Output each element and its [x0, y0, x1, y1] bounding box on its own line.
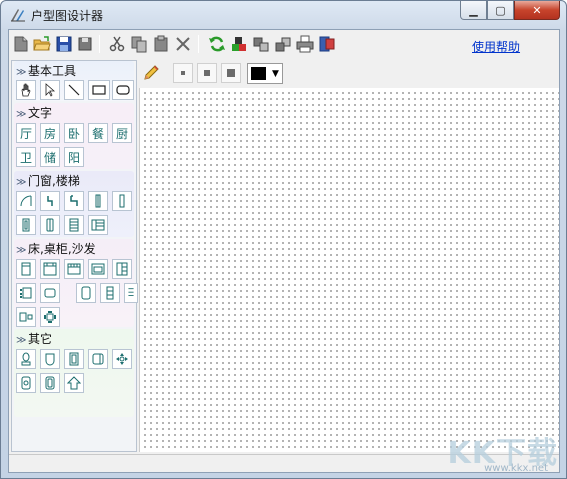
tool-palette-sidebar: ≫ 基本工具 ≫ 文字 厅 房 卧 餐 厨 卫 储 阳 ≫ 门窗,楼梯 ≫ 床,…	[11, 60, 138, 452]
open-icon[interactable]	[32, 34, 52, 54]
hand-tool[interactable]	[16, 80, 36, 100]
toilet-icon[interactable]	[16, 349, 36, 369]
pointer-tool[interactable]	[40, 80, 60, 100]
collapse-chevron-icon: ≫	[16, 245, 27, 256]
text-tool-yang[interactable]: 阳	[64, 147, 84, 167]
watermark: KK下载 www.kkx.net	[442, 428, 562, 474]
group-header-other[interactable]: ≫ 其它	[14, 330, 134, 347]
desk-set-icon[interactable]	[16, 283, 36, 303]
saveas-icon[interactable]	[75, 34, 95, 54]
collapse-chevron-icon: ≫	[16, 67, 27, 78]
save-icon[interactable]	[54, 34, 74, 54]
maximize-button[interactable]: ▢	[487, 1, 514, 20]
text-tool-ting[interactable]: 厅	[16, 123, 36, 143]
toolbar-separator	[99, 35, 100, 53]
toolbar-separator	[198, 35, 199, 53]
app-logo-icon	[11, 9, 25, 22]
paste-icon[interactable]	[151, 34, 171, 54]
group-header-doors-stairs[interactable]: ≫ 门窗,楼梯	[14, 172, 134, 189]
stove-icon[interactable]	[16, 373, 36, 393]
door-arc-icon[interactable]	[16, 191, 36, 211]
group-title: 其它	[28, 332, 53, 346]
table-icon[interactable]	[40, 283, 60, 303]
shelf-icon[interactable]	[124, 283, 138, 303]
title-bar[interactable]: 户型图设计器 ▁ ▢ ✕	[1, 1, 566, 29]
chevron-down-icon: ▼	[272, 68, 279, 79]
window-wide-icon[interactable]	[112, 191, 132, 211]
window-title: 户型图设计器	[31, 9, 104, 23]
locker-icon[interactable]	[100, 283, 120, 303]
collapse-chevron-icon: ≫	[16, 109, 27, 120]
brush-medium-icon[interactable]	[197, 63, 217, 83]
dining-set-icon[interactable]	[40, 307, 60, 327]
group-icon[interactable]	[229, 34, 249, 54]
text-tool-can[interactable]: 餐	[88, 123, 108, 143]
basin-icon[interactable]	[40, 349, 60, 369]
color-picker[interactable]: ▼	[247, 63, 283, 84]
group-title: 文字	[28, 106, 53, 120]
brush-large-icon[interactable]	[221, 63, 241, 83]
rounded-rect-tool[interactable]	[112, 80, 134, 100]
color-swatch	[251, 67, 266, 80]
line-tool[interactable]	[64, 80, 84, 100]
door-double-icon[interactable]	[64, 191, 84, 211]
cut-icon[interactable]	[107, 34, 127, 54]
bed-single-icon[interactable]	[16, 259, 36, 279]
move-front-icon[interactable]	[251, 34, 271, 54]
collapse-chevron-icon: ≫	[16, 177, 27, 188]
app-window: 户型图设计器 ▁ ▢ ✕ 使用帮助 ≫ 基本工具 ≫ 文字 厅 房 卧 餐 厨 …	[0, 0, 567, 479]
help-link[interactable]: 使用帮助	[472, 38, 520, 55]
fridge-icon[interactable]	[64, 349, 84, 369]
arrow-up-icon[interactable]	[64, 373, 84, 393]
text-tool-wo[interactable]: 卧	[64, 123, 84, 143]
canvas-toolbar: ▼	[139, 60, 559, 86]
close-button[interactable]: ✕	[514, 1, 560, 20]
bed-double-icon[interactable]	[40, 259, 60, 279]
chair-table-icon[interactable]	[16, 307, 36, 327]
main-toolbar: 使用帮助	[9, 30, 559, 58]
text-tool-chu[interactable]: 厨	[112, 123, 132, 143]
washer-icon[interactable]	[88, 349, 108, 369]
window-thin-icon[interactable]	[88, 191, 108, 211]
tub-icon[interactable]	[76, 283, 96, 303]
oven-icon[interactable]	[40, 373, 60, 393]
print-icon[interactable]	[295, 34, 315, 54]
move-back-icon[interactable]	[273, 34, 293, 54]
stairs-half-icon[interactable]	[88, 215, 108, 235]
text-tool-chu-storage[interactable]: 储	[40, 147, 60, 167]
watermark-url: www.kkx.net	[484, 463, 548, 474]
door-single-icon[interactable]	[40, 191, 60, 211]
stairs-icon[interactable]	[64, 215, 84, 235]
delete-icon[interactable]	[173, 34, 193, 54]
new-icon[interactable]	[11, 34, 31, 54]
text-tool-wei[interactable]: 卫	[16, 147, 36, 167]
client-area: 使用帮助 ≫基本工具 ≫文字 厅 房 卧 餐 厨 卫 储 阳 ≫门窗,楼梯	[8, 29, 560, 473]
export-icon[interactable]	[317, 34, 337, 54]
group-header-basic-tools[interactable]: ≫ 基本工具	[14, 62, 134, 79]
refresh-icon[interactable]	[207, 34, 227, 54]
group-title: 门窗,楼梯	[28, 174, 80, 188]
window-tall-icon[interactable]	[40, 215, 60, 235]
collapse-chevron-icon: ≫	[16, 335, 27, 346]
plant-icon[interactable]	[112, 349, 132, 369]
group-title: 基本工具	[28, 64, 77, 78]
group-header-furniture[interactable]: ≫ 床,桌柜,沙发	[14, 240, 134, 257]
sofa-icon[interactable]	[64, 259, 84, 279]
brush-small-icon[interactable]	[173, 63, 193, 83]
minimize-button[interactable]: ▁	[460, 1, 487, 20]
group-header-text[interactable]: ≫ 文字	[14, 104, 134, 121]
rect-tool[interactable]	[88, 80, 110, 100]
copy-icon[interactable]	[129, 34, 149, 54]
wardrobe-icon[interactable]	[112, 259, 132, 279]
group-title: 床,桌柜,沙发	[28, 242, 96, 256]
drawing-canvas[interactable]	[139, 88, 559, 452]
window-frame-icon[interactable]	[16, 215, 36, 235]
text-tool-fang[interactable]: 房	[40, 123, 60, 143]
cabinet-icon[interactable]	[88, 259, 108, 279]
pencil-icon[interactable]	[141, 63, 161, 83]
